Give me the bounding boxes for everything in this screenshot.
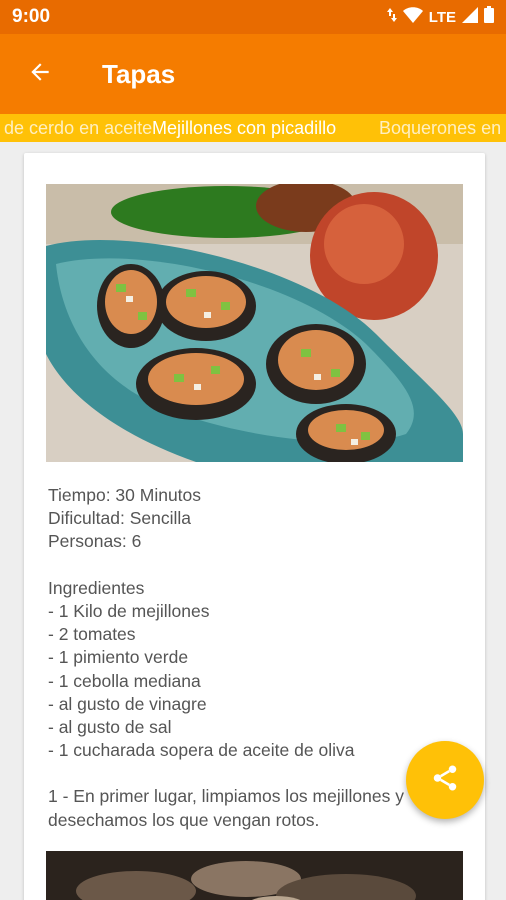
data-arrows-icon [386, 7, 397, 28]
ingredients-heading: Ingredientes [48, 577, 145, 598]
ingredient-item: - 1 cebolla mediana [48, 670, 201, 691]
network-type: LTE [428, 8, 456, 26]
page-title: Tapas [102, 58, 176, 89]
status-bar: 9:00 LTE [0, 0, 506, 34]
ingredient-item: - 1 Kilo de mejillones [48, 600, 210, 621]
share-icon [430, 763, 460, 798]
tab-lomo-de-cerdo[interactable]: Lomo de cerdo en aceite [0, 114, 152, 142]
ingredient-item: - al gusto de sal [48, 716, 172, 737]
battery-icon [484, 6, 494, 28]
signal-icon [462, 6, 478, 28]
step-photo [46, 851, 463, 900]
recipe-text: Tiempo: 30 Minutos Dificultad: Sencilla … [48, 484, 466, 832]
tab-boquerones[interactable]: Boquerones en [379, 114, 501, 142]
step-text: desechamos los que vengan rotos. [48, 809, 320, 830]
arrow-left-icon [27, 59, 53, 90]
recipe-photo [46, 184, 463, 462]
wifi-icon [402, 6, 423, 28]
ingredient-item: - 1 cucharada sopera de aceite de oliva [48, 740, 355, 761]
recipe-tab-strip: Lomo de cerdo en aceite Mejillones con p… [0, 114, 506, 142]
ingredient-item: - 2 tomates [48, 624, 136, 645]
status-time: 9:00 [12, 6, 51, 27]
recipe-difficulty: Dificultad: Sencilla [48, 508, 191, 529]
app-bar: Tapas [0, 34, 506, 114]
tab-mejillones-con-picadillo[interactable]: Mejillones con picadillo [152, 114, 336, 142]
step-text: 1 - En primer lugar, limpiamos los mejil… [48, 786, 404, 807]
ingredient-item: - al gusto de vinagre [48, 693, 207, 714]
back-button[interactable] [0, 34, 80, 114]
status-icons: LTE [386, 6, 494, 28]
share-button[interactable] [406, 741, 484, 819]
recipe-servings: Personas: 6 [48, 531, 142, 552]
recipe-time: Tiempo: 30 Minutos [48, 485, 202, 505]
ingredient-item: - 1 pimiento verde [48, 647, 189, 668]
